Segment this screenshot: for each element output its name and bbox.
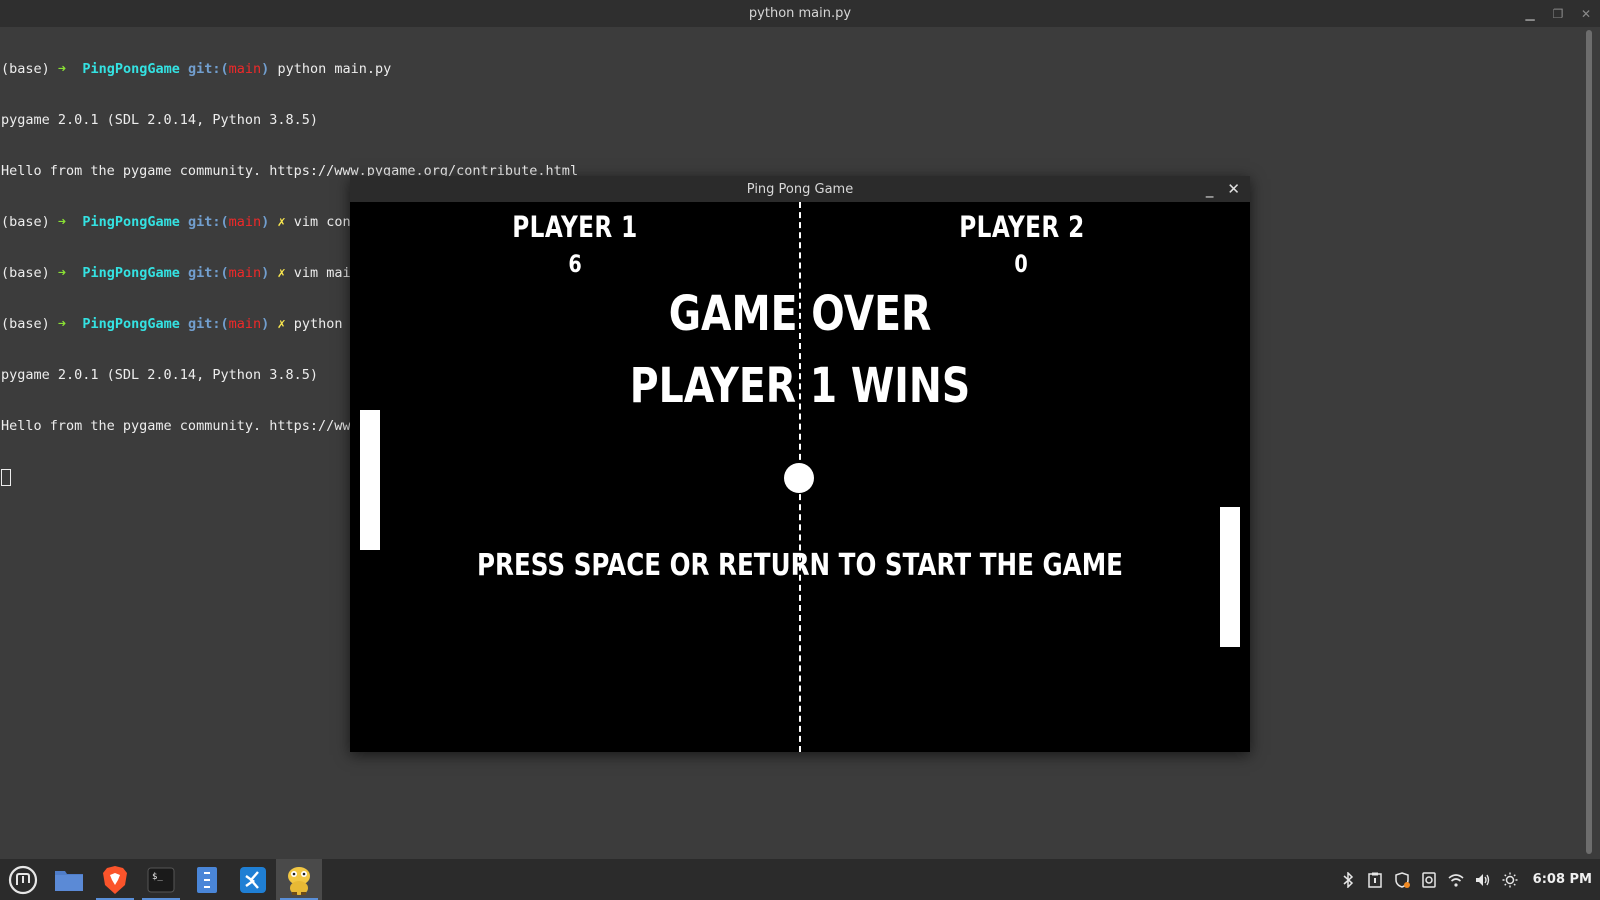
brightness-icon[interactable] — [1502, 872, 1518, 888]
right-paddle — [1220, 507, 1240, 647]
terminal-title-bar[interactable]: python main.py ▁ ❐ ✕ — [0, 0, 1600, 27]
mint-menu-icon — [8, 865, 38, 894]
game-window-controls: _ ✕ — [1206, 176, 1240, 202]
bluetooth-icon[interactable] — [1340, 871, 1356, 888]
left-paddle — [360, 410, 380, 550]
drive-icon[interactable] — [1421, 871, 1437, 888]
vscode-icon — [240, 866, 266, 893]
brave-browser-icon — [103, 865, 127, 894]
clock[interactable]: 6:08 PM — [1533, 872, 1592, 887]
close-icon[interactable]: ✕ — [1227, 180, 1240, 198]
taskbar-brave[interactable] — [92, 859, 138, 900]
taskbar-terminal[interactable]: $_ — [138, 859, 184, 900]
minimize-icon[interactable]: ▁ — [1524, 7, 1536, 21]
taskbar: $_ 6:08 PM — [0, 859, 1600, 900]
player1-label: PLAYER 1 — [512, 210, 638, 244]
clipboard-icon[interactable] — [1367, 872, 1383, 888]
winner-text: PLAYER 1 WINS — [629, 358, 971, 414]
text-editor-icon — [197, 866, 217, 893]
game-canvas[interactable]: PLAYER 1 PLAYER 2 6 0 GAME OVER PLAYER 1… — [350, 202, 1250, 752]
shield-update-icon[interactable] — [1394, 871, 1410, 888]
start-prompt-text: PRESS SPACE OR RETURN TO START THE GAME — [477, 548, 1123, 583]
terminal-title: python main.py — [748, 6, 852, 21]
terminal-scrollbar[interactable] — [1586, 30, 1592, 854]
minimize-icon[interactable]: _ — [1206, 180, 1214, 198]
taskbar-pygame[interactable] — [276, 859, 322, 900]
wifi-icon[interactable] — [1448, 872, 1464, 888]
taskbar-files[interactable] — [46, 859, 92, 900]
game-title-bar[interactable]: Ping Pong Game _ ✕ — [350, 176, 1250, 202]
taskbar-menu[interactable] — [0, 859, 46, 900]
player2-score: 0 — [1014, 250, 1028, 278]
player2-label: PLAYER 2 — [959, 210, 1085, 244]
game-window: Ping Pong Game _ ✕ PLAYER 1 PLAYER 2 6 0… — [350, 176, 1250, 752]
terminal-line: (base) ➜ PingPongGame git:(main) python … — [1, 61, 392, 77]
files-icon — [55, 870, 83, 891]
system-tray: 6:08 PM — [1340, 859, 1596, 900]
game-over-text: GAME OVER — [668, 286, 932, 342]
player1-score: 6 — [568, 250, 582, 278]
taskbar-vscode[interactable] — [230, 859, 276, 900]
maximize-icon[interactable]: ❐ — [1552, 7, 1564, 21]
terminal-cursor — [1, 469, 11, 486]
svg-text:$_: $_ — [152, 872, 163, 882]
pygame-icon — [288, 866, 310, 895]
volume-icon[interactable] — [1475, 872, 1491, 888]
ball — [784, 463, 814, 493]
terminal-line: pygame 2.0.1 (SDL 2.0.14, Python 3.8.5) — [1, 112, 318, 128]
terminal-icon: $_ — [147, 867, 175, 892]
close-icon[interactable]: ✕ — [1580, 7, 1592, 21]
terminal-window-controls: ▁ ❐ ✕ — [1524, 0, 1592, 27]
game-window-title: Ping Pong Game — [746, 181, 854, 197]
taskbar-text-editor[interactable] — [184, 859, 230, 900]
